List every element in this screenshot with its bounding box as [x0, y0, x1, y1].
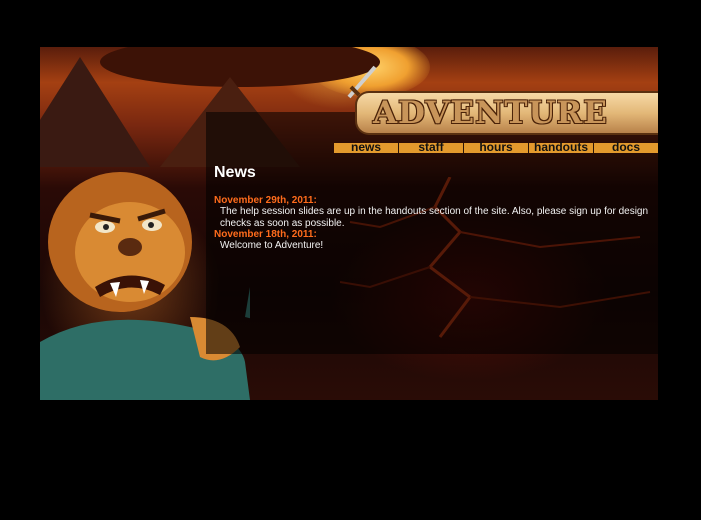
nav-item-label: handouts	[534, 140, 588, 154]
news-list: November 29th, 2011: The help session sl…	[214, 195, 658, 252]
nav-item-hours[interactable]: hours	[463, 140, 528, 154]
news-body: The help session slides are up in the ha…	[220, 206, 649, 229]
nav-item-news[interactable]: news	[334, 140, 398, 154]
news-date: November 29th, 2011:	[214, 195, 317, 206]
nav-item-staff[interactable]: staff	[398, 140, 463, 154]
logo-text: ADVENTURE	[373, 95, 608, 131]
nav-item-label: news	[350, 140, 381, 154]
main-navigation: news staff hours handouts docs	[334, 140, 658, 154]
nav-item-handouts[interactable]: handouts	[528, 140, 593, 154]
hero-artwork: ADVENTURE news staff hours handouts docs…	[40, 47, 658, 400]
nav-item-label: hours	[479, 140, 513, 154]
news-date: November 18th, 2011:	[214, 229, 317, 240]
nav-item-label: staff	[418, 140, 444, 154]
news-entry: November 18th, 2011: Welcome to Adventur…	[214, 229, 658, 252]
news-body: Welcome to Adventure!	[220, 240, 324, 251]
news-heading: News	[214, 164, 256, 181]
nav-item-label: docs	[611, 140, 640, 154]
news-entry: November 29th, 2011: The help session sl…	[214, 195, 658, 229]
nav-item-docs[interactable]: docs	[593, 140, 658, 154]
site-logo[interactable]: ADVENTURE	[355, 91, 658, 135]
